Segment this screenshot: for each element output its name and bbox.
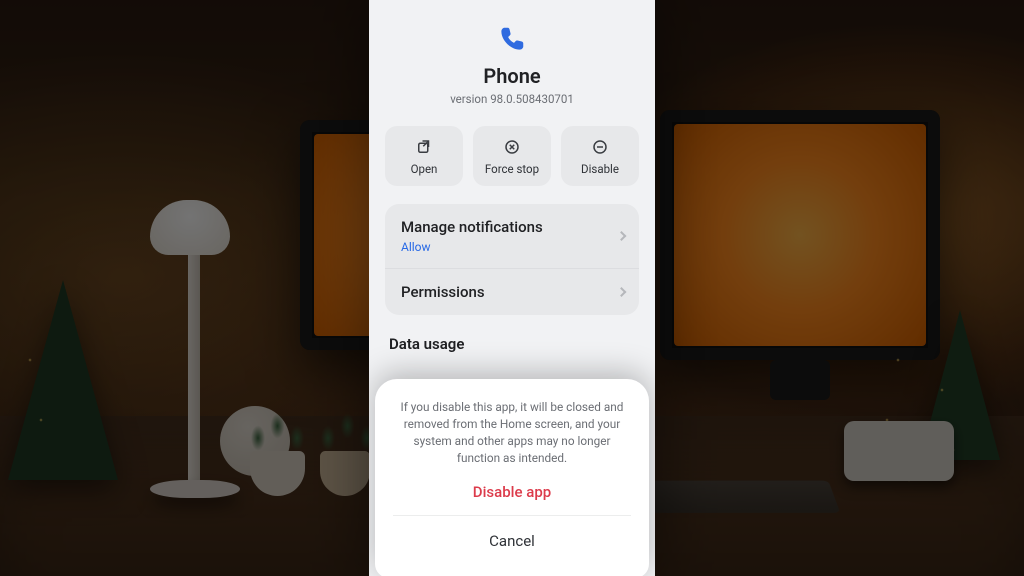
force-stop-label: Force stop <box>485 162 539 176</box>
settings-group: Manage notifications Allow Permissions <box>385 204 639 315</box>
manage-notifications-item[interactable]: Manage notifications Allow <box>385 204 639 268</box>
force-stop-button[interactable]: Force stop <box>473 126 551 186</box>
disable-icon <box>591 138 609 156</box>
app-name: Phone <box>385 64 639 88</box>
manage-notifications-title: Manage notifications <box>401 218 623 236</box>
disable-label: Disable <box>581 162 619 176</box>
cancel-button[interactable]: Cancel <box>393 515 631 564</box>
open-button[interactable]: Open <box>385 126 463 186</box>
dialog-message: If you disable this app, it will be clos… <box>393 399 631 467</box>
permissions-item[interactable]: Permissions <box>385 268 639 315</box>
disable-app-dialog: If you disable this app, it will be clos… <box>375 379 649 576</box>
manage-notifications-status: Allow <box>401 240 623 254</box>
disable-app-button[interactable]: Disable app <box>393 467 631 515</box>
disable-button[interactable]: Disable <box>561 126 639 186</box>
phone-app-icon <box>497 24 527 54</box>
data-usage-section: Data usage <box>385 335 639 353</box>
force-stop-icon <box>503 138 521 156</box>
app-version: version 98.0.508430701 <box>385 92 639 106</box>
phone-screen: Phone version 98.0.508430701 Open Force … <box>369 0 655 576</box>
action-row: Open Force stop Disable <box>385 126 639 186</box>
open-label: Open <box>411 162 438 176</box>
permissions-title: Permissions <box>401 283 623 301</box>
open-icon <box>415 138 433 156</box>
